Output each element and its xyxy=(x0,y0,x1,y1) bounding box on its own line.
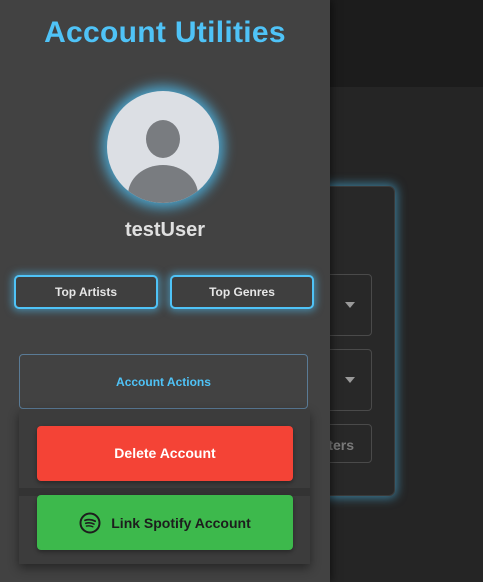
top-genres-button[interactable]: Top Genres xyxy=(170,275,314,309)
user-avatar-icon xyxy=(107,91,219,203)
link-spotify-button[interactable]: Link Spotify Account xyxy=(37,495,293,550)
account-utilities-drawer: Account Utilities testUser Top Artists T… xyxy=(0,0,330,582)
filters-button-label: ters xyxy=(328,437,354,453)
account-actions-toggle[interactable]: Account Actions xyxy=(19,354,308,409)
top-artists-button[interactable]: Top Artists xyxy=(14,275,158,309)
avatar-head xyxy=(146,120,180,158)
username: testUser xyxy=(124,219,206,241)
avatar-body xyxy=(128,165,198,203)
drawer-title: Account Utilities xyxy=(44,16,286,49)
link-spotify-label: Link Spotify Account xyxy=(111,514,251,531)
delete-account-button[interactable]: Delete Account xyxy=(37,426,293,481)
spotify-icon xyxy=(79,512,101,534)
caret-down-icon xyxy=(345,302,355,308)
caret-down-icon xyxy=(345,377,355,383)
